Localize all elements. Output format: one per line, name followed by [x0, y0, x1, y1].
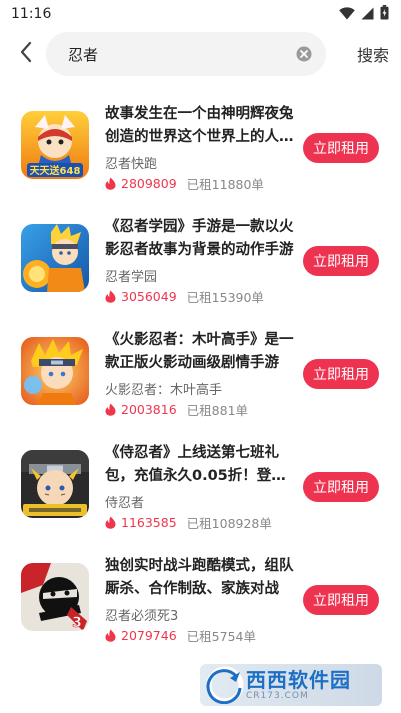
item-title: 《侍忍者》上线送第七班礼包，充值永久0.05折！登录即送	[105, 445, 286, 484]
rent-now-button[interactable]: 立即租用	[303, 472, 379, 502]
item-stats: 2809809 已租11880单	[105, 174, 295, 192]
watermark-name: 西西软件园	[246, 668, 351, 692]
svg-text:天天送648: 天天送648	[30, 164, 81, 177]
rent-count: 已租15390单	[186, 289, 264, 305]
samurai-ninja-game-icon[interactable]	[21, 450, 89, 518]
ninja-academy-game-icon[interactable]	[21, 224, 89, 292]
item-stats: 3056049 已租15390单	[105, 287, 295, 305]
hot-count: 2079746	[121, 627, 177, 643]
item-info: 故事发生在一个由神明辉夜兔创造的世界这个世界上的人们拥有各种各样的能力 忍者快跑…	[105, 103, 295, 192]
back-arrow-icon	[19, 41, 33, 67]
rent-count: 已租881单	[186, 402, 249, 418]
item-stats: 2079746 已租5754单	[105, 626, 295, 644]
search-box[interactable]	[46, 32, 326, 76]
rent-now-button[interactable]: 立即租用	[303, 246, 379, 276]
ninja-runner-game-icon[interactable]: 天天送648	[21, 111, 89, 179]
hot-count: 2003816	[121, 401, 177, 417]
item-info: 独创实时战斗跑酷模式，组队厮杀、合作制敌、家族对战 忍者必须死3 2079746…	[105, 555, 295, 644]
item-name: 忍者必须死3	[105, 609, 179, 623]
item-info: 《火影忍者：木叶高手》是一款正版火影动画级剧情手游 火影忍者：木叶高手 2003…	[105, 329, 295, 418]
item-name: 侍忍者	[105, 496, 145, 510]
flame-icon	[105, 177, 116, 190]
naruto-konoha-game-icon[interactable]	[21, 337, 89, 405]
watermark-url: CR173.COM	[246, 691, 309, 701]
item-stats: 2003816 已租881单	[105, 400, 295, 418]
status-bar: 11:16	[0, 0, 401, 28]
list-item[interactable]: 《火影忍者：木叶高手》是一款正版火影动画级剧情手游 火影忍者：木叶高手 2003…	[0, 329, 401, 442]
hot-count: 3056049	[121, 288, 177, 304]
search-input[interactable]	[68, 45, 296, 63]
rent-count: 已租108928单	[186, 515, 272, 531]
results-list: 天天送648 故事发生在一个由神明辉夜兔创造的世界这个世界上的人们拥有各种各样的…	[0, 103, 401, 668]
item-name: 忍者快跑	[105, 157, 158, 171]
item-title: 《忍者学园》手游是一款以火影忍者故事为背景的动作手游	[105, 219, 294, 258]
rent-now-button[interactable]: 立即租用	[303, 585, 379, 615]
search-button[interactable]: 搜索	[357, 42, 391, 66]
watermark-logo-icon	[206, 666, 244, 704]
clear-icon[interactable]	[296, 46, 312, 62]
list-item[interactable]: 《侍忍者》上线送第七班礼包，充值永久0.05折！登录即送 侍忍者 1163585…	[0, 442, 401, 555]
flame-icon	[105, 629, 116, 642]
list-item[interactable]: 天天送648 故事发生在一个由神明辉夜兔创造的世界这个世界上的人们拥有各种各样的…	[0, 103, 401, 216]
item-title: 独创实时战斗跑酷模式，组队厮杀、合作制敌、家族对战	[105, 558, 294, 597]
rent-count: 已租11880单	[186, 176, 264, 192]
list-item[interactable]: 3 独创实时战斗跑酷模式，组队厮杀、合作制敌、家族对战 忍者必须死3 20797…	[0, 555, 401, 668]
rent-now-button[interactable]: 立即租用	[303, 359, 379, 389]
item-title: 《火影忍者：木叶高手》是一款正版火影动画级剧情手游	[105, 332, 294, 371]
status-time: 11:16	[11, 6, 52, 22]
svg-text:3: 3	[72, 615, 82, 631]
back-button[interactable]	[14, 39, 38, 69]
list-item[interactable]: 《忍者学园》手游是一款以火影忍者故事为背景的动作手游 忍者学园 3056049 …	[0, 216, 401, 329]
flame-icon	[105, 290, 116, 303]
item-name: 忍者学园	[105, 270, 158, 284]
wifi-icon	[339, 5, 355, 24]
search-header: 搜索	[0, 30, 401, 78]
item-info: 《侍忍者》上线送第七班礼包，充值永久0.05折！登录即送 侍忍者 1163585…	[105, 442, 295, 531]
signal-icon	[361, 5, 374, 24]
rent-now-button[interactable]: 立即租用	[303, 133, 379, 163]
ninja-must-die-3-game-icon[interactable]: 3	[21, 563, 89, 631]
watermark-text: 西西软件园 CR173.COM	[246, 669, 351, 701]
status-icons	[339, 4, 389, 24]
item-title: 故事发生在一个由神明辉夜兔创造的世界这个世界上的人们拥有各种各样的能力	[105, 106, 294, 145]
item-stats: 1163585 已租108928单	[105, 513, 295, 531]
flame-icon	[105, 403, 116, 416]
rent-count: 已租5754单	[186, 628, 256, 644]
battery-icon	[380, 4, 389, 24]
item-name: 火影忍者：木叶高手	[105, 383, 223, 397]
watermark: 西西软件园 CR173.COM	[200, 664, 382, 706]
flame-icon	[105, 516, 116, 529]
hot-count: 1163585	[121, 514, 177, 530]
item-info: 《忍者学园》手游是一款以火影忍者故事为背景的动作手游 忍者学园 3056049 …	[105, 216, 295, 305]
hot-count: 2809809	[121, 175, 177, 191]
